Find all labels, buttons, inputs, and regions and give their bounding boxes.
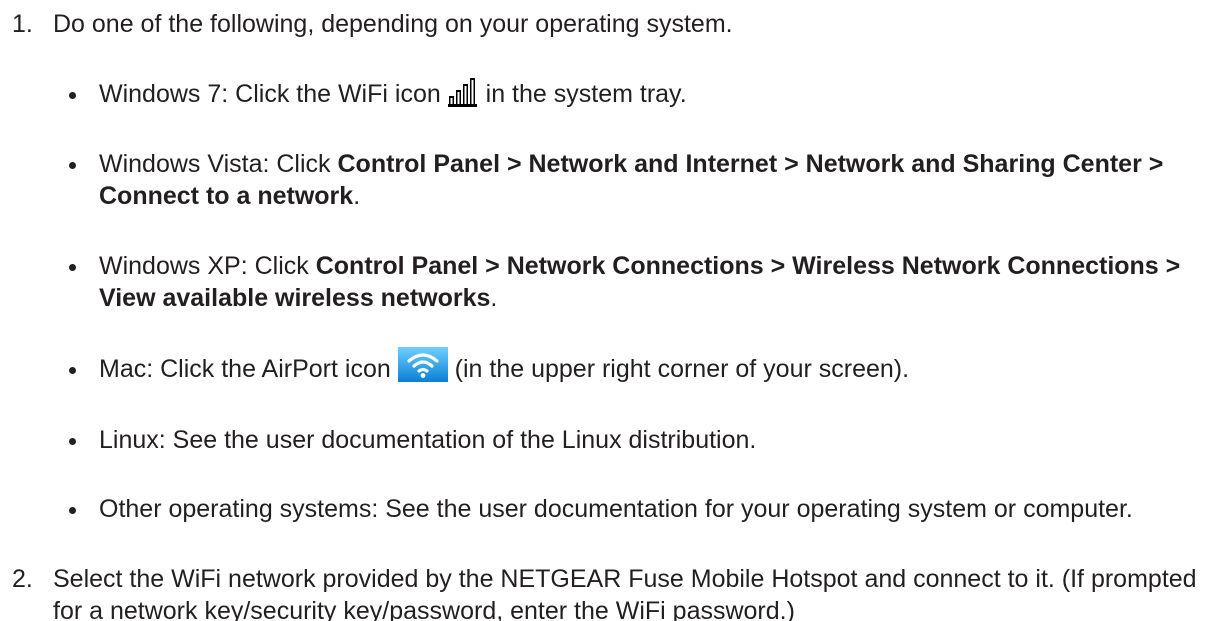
signal-bars-icon <box>447 78 479 108</box>
bullet-text: Windows XP: Click Control Panel > Networ… <box>99 250 1220 314</box>
step-number: 2. <box>12 565 33 593</box>
step-text: Do one of the following, depending on yo… <box>53 10 733 38</box>
bullet-text: Mac: Click the AirPort icon (in the uppe… <box>99 346 1220 385</box>
bullet-text-part: Windows 7: Click the WiFi icon <box>99 80 441 108</box>
bullet-text-part: . <box>353 182 361 210</box>
bullet-dot <box>69 438 76 445</box>
bullet-text-part: (in the upper right corner of your scree… <box>454 355 910 383</box>
bullet-dot <box>69 92 76 99</box>
bullet-text: Windows Vista: Click Control Panel > Net… <box>99 148 1220 212</box>
bullet-text-part: Windows XP: Click <box>99 252 309 280</box>
bullet-text: Windows 7: Click the WiFi icon in the sy… <box>99 78 1220 110</box>
airport-wifi-icon <box>397 346 448 382</box>
step-number: 1. <box>12 10 33 38</box>
bullet-text-part: . <box>490 284 498 312</box>
step-text: Select the WiFi network provided by the … <box>53 565 1197 621</box>
bullet-text: Linux: See the user documentation of the… <box>99 426 757 454</box>
bullet-text: Other operating systems: See the user do… <box>99 495 1133 523</box>
bullet-dot <box>69 367 76 374</box>
bullet-dot <box>69 507 76 514</box>
bullet-dot <box>69 264 76 271</box>
bullet-text-part: Mac: Click the AirPort icon <box>99 355 391 383</box>
bullet-dot <box>69 162 76 169</box>
bullet-text-part: Windows Vista: Click <box>99 150 331 178</box>
bullet-text-part: in the system tray. <box>485 80 687 108</box>
